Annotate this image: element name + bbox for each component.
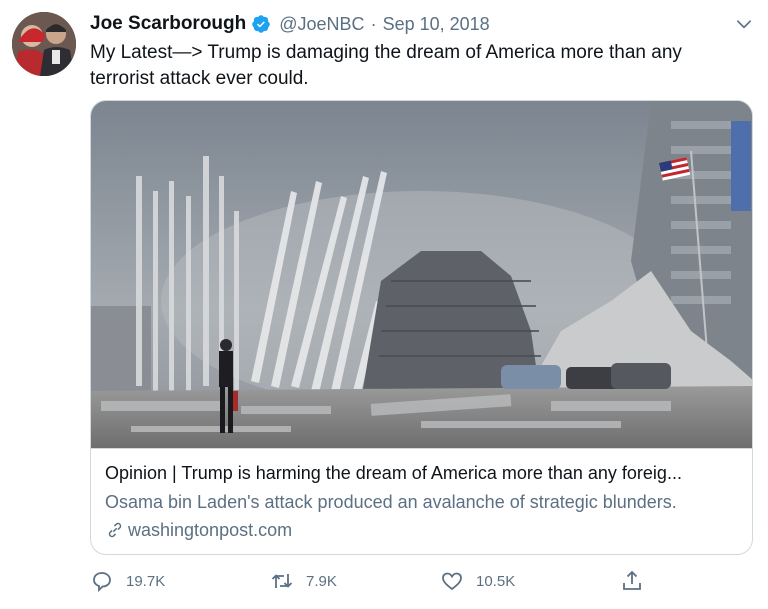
card-description: Osama bin Laden's attack produced an ava… — [105, 492, 677, 512]
heart-icon — [442, 572, 462, 591]
tweet-text: My Latest—> Trump is damaging the dream … — [90, 42, 682, 89]
retweet-button[interactable]: 7.9K — [270, 566, 337, 596]
link-icon — [105, 520, 125, 540]
separator-dot: · — [370, 13, 377, 34]
tweet-date[interactable]: Sep 10, 2018 — [383, 14, 490, 35]
card-body[interactable]: Opinion | Trump is harming the dream of … — [105, 461, 738, 542]
share-button[interactable] — [620, 566, 644, 596]
reply-count: 19.7K — [126, 572, 166, 590]
card-domain[interactable]: washingtonpost.com — [105, 518, 738, 542]
retweet-icon — [271, 574, 293, 588]
author-handle[interactable]: @JoeNBC — [279, 14, 364, 35]
like-count: 10.5K — [476, 572, 516, 590]
tweet[interactable]: Joe Scarborough @JoeNBC · Sep 10, 2018 M… — [0, 0, 768, 609]
reply-button[interactable]: 19.7K — [90, 566, 165, 596]
card-domain-text: washingtonpost.com — [128, 520, 293, 540]
card-title[interactable]: Opinion | Trump is harming the dream of … — [105, 461, 738, 485]
chevron-down-icon[interactable] — [734, 14, 754, 34]
verified-badge-icon — [251, 14, 271, 34]
retweet-count: 7.9K — [306, 572, 337, 590]
avatar[interactable] — [12, 12, 76, 76]
card-image[interactable] — [91, 101, 752, 448]
link-card[interactable]: Opinion | Trump is harming the dream of … — [90, 100, 753, 555]
author-name[interactable]: Joe Scarborough — [90, 13, 246, 35]
tweet-actions: 19.7K 7.9K 10.5K — [90, 566, 750, 596]
card-divider — [91, 448, 752, 449]
reply-icon — [93, 572, 111, 593]
like-button[interactable]: 10.5K — [440, 566, 515, 596]
tweet-header: Joe Scarborough @JoeNBC · Sep 10, 2018 — [90, 10, 490, 38]
share-icon — [623, 570, 641, 590]
